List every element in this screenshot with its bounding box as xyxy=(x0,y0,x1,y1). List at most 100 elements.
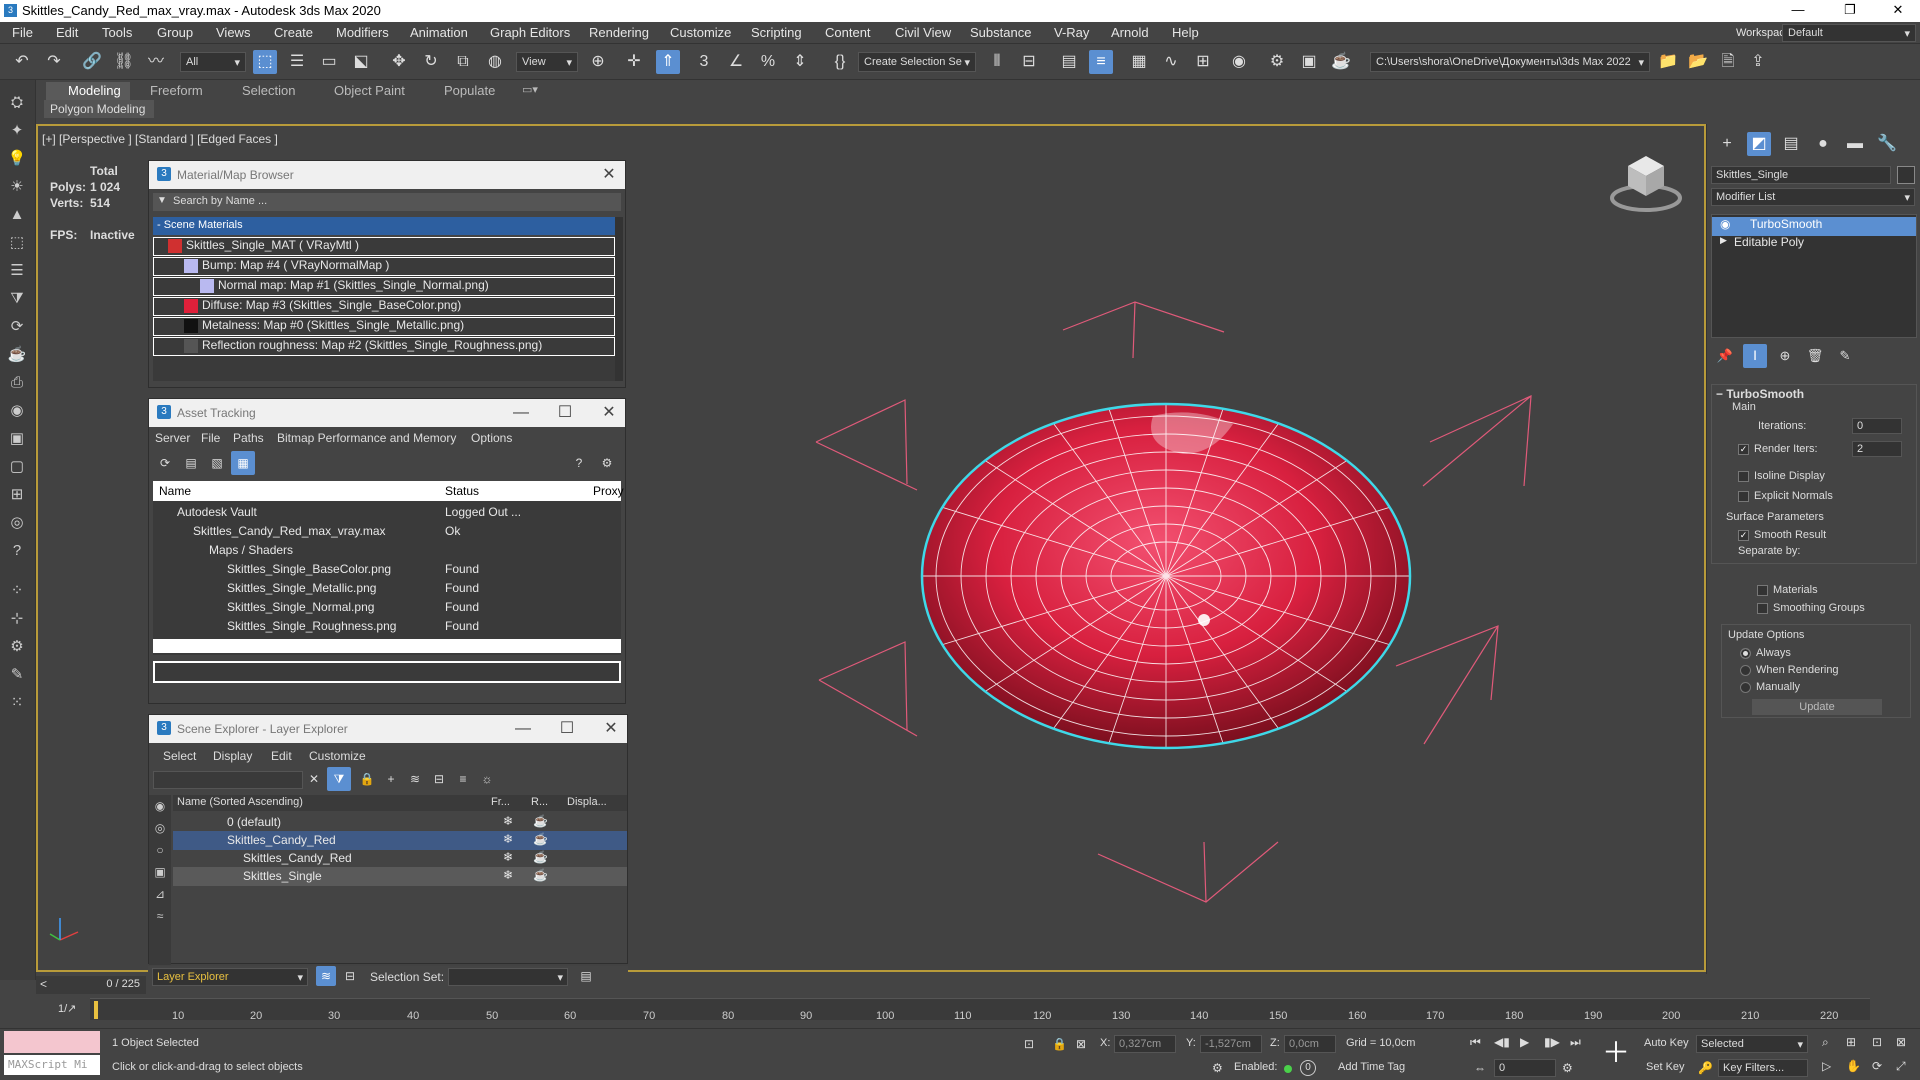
layer-row[interactable]: Skittles_Single ❄ ☕ xyxy=(173,867,627,886)
time-slider-track[interactable] xyxy=(90,998,1870,1020)
freeze-icon[interactable]: ❄ xyxy=(503,850,513,864)
help-icon[interactable]: ? xyxy=(567,451,591,475)
light-icon[interactable]: ○ xyxy=(149,839,171,861)
list-view-icon[interactable]: ▤ xyxy=(179,451,203,475)
time-config-icon[interactable]: ⚙ xyxy=(1562,1061,1573,1075)
zoom-all-icon[interactable]: ⊞ xyxy=(1846,1035,1856,1049)
close-icon[interactable]: ✕ xyxy=(597,402,621,424)
rollout-title[interactable]: − TurboSmooth xyxy=(1716,387,1804,401)
explicit-normals-checkbox[interactable]: Explicit Normals xyxy=(1738,490,1833,502)
eye-icon[interactable]: ◎ xyxy=(6,512,28,534)
material-row[interactable]: Reflection roughness: Map #2 (Skittles_S… xyxy=(153,337,615,356)
share-icon[interactable]: ⇪ xyxy=(1746,50,1770,74)
asset-row[interactable]: Maps / Shaders xyxy=(153,541,621,560)
asset-row[interactable]: Skittles_Single_BaseColor.png Found xyxy=(153,560,621,579)
minimize-icon[interactable]: — xyxy=(509,402,533,424)
scene-explorer-icon[interactable]: ▦ xyxy=(1127,50,1151,74)
menu-substance[interactable]: Substance xyxy=(970,25,1031,40)
zoom-extents-icon[interactable]: ⊡ xyxy=(1872,1035,1882,1049)
grid-icon[interactable]: ⁙ xyxy=(6,692,28,714)
scene-materials-group[interactable]: - Scene Materials xyxy=(153,217,615,235)
isolate-icon[interactable]: ⊡ xyxy=(1024,1037,1034,1051)
asset-row[interactable]: Skittles_Single_Roughness.png Found xyxy=(153,617,621,636)
spinner-snap-icon[interactable]: ⇕ xyxy=(788,50,812,74)
keyboard-shortcut-icon[interactable]: ⇑ xyxy=(656,50,680,74)
freeze-icon[interactable]: ❄ xyxy=(503,814,513,828)
material-row[interactable]: Bump: Map #4 ( VRayNormalMap ) xyxy=(153,257,615,276)
col-render[interactable]: R... xyxy=(531,796,548,808)
redo-icon[interactable]: ↷ xyxy=(42,50,66,74)
ref-coord-dropdown[interactable]: View ▾ xyxy=(516,52,578,72)
eye-icon[interactable]: ◉ xyxy=(1720,217,1730,231)
expand-icon[interactable]: ▶ xyxy=(1720,235,1727,246)
helper-icon[interactable]: ⊿ xyxy=(149,883,171,905)
orbit-icon[interactable]: ⟳ xyxy=(1872,1059,1882,1073)
render-production-icon[interactable]: ☕ xyxy=(1329,50,1353,74)
absolute-mode-icon[interactable]: ⊠ xyxy=(1076,1037,1086,1051)
pin-stack-icon[interactable]: 📌 xyxy=(1713,344,1737,368)
material-row[interactable]: Diffuse: Map #3 (Skittles_Single_BaseCol… xyxy=(153,297,615,316)
create-icon[interactable]: ⛭ xyxy=(6,92,28,114)
smoothing-groups-checkbox[interactable]: Smoothing Groups xyxy=(1757,602,1865,614)
render-iters-spinner[interactable]: 2 xyxy=(1852,441,1902,457)
col-name[interactable]: Name xyxy=(159,484,191,498)
display-tab-icon[interactable]: ▬ xyxy=(1843,132,1867,156)
settings-icon[interactable]: ⚙ xyxy=(595,451,619,475)
pivot-center-icon[interactable]: ⊕ xyxy=(586,50,610,74)
menu-scripting[interactable]: Scripting xyxy=(751,25,802,40)
object-color-swatch[interactable] xyxy=(1897,166,1915,184)
rect-selection-icon[interactable]: ▭ xyxy=(317,50,341,74)
skittles-candy-mesh[interactable] xyxy=(920,402,1412,750)
material-editor-icon[interactable]: ◉ xyxy=(1227,50,1251,74)
layer-row[interactable]: 0 (default) ❄ ☕ xyxy=(173,813,627,832)
make-unique-icon[interactable]: ⊕ xyxy=(1773,344,1797,368)
always-radio[interactable]: Always xyxy=(1740,647,1791,659)
rotate-icon[interactable]: ↻ xyxy=(419,50,443,74)
named-selection-dropdown[interactable]: Create Selection Se ▾ xyxy=(858,52,976,72)
help-icon[interactable]: ? xyxy=(6,540,28,562)
play-icon[interactable]: ▶ xyxy=(1520,1035,1529,1049)
save-file-icon[interactable]: 🗎 xyxy=(1716,50,1740,74)
select-manipulate-icon[interactable]: ✛ xyxy=(622,50,646,74)
asset-path-field[interactable] xyxy=(153,661,621,683)
prev-frame-icon[interactable]: < xyxy=(40,977,47,991)
snap-icon[interactable]: ⊹ xyxy=(6,608,28,630)
menu-paths[interactable]: Paths xyxy=(233,431,264,445)
modifier-list-dropdown[interactable]: Modifier List ▾ xyxy=(1711,188,1915,206)
iterations-spinner[interactable]: 0 xyxy=(1852,418,1902,434)
asset-row[interactable]: Skittles_Single_Metallic.png Found xyxy=(153,579,621,598)
selection-filter-dropdown[interactable]: All ▾ xyxy=(180,52,246,72)
workspaces-dropdown[interactable]: Default ▾ xyxy=(1782,24,1916,42)
material-row[interactable]: Metalness: Map #0 (Skittles_Single_Metal… xyxy=(153,317,615,336)
maximize-icon[interactable]: ☐ xyxy=(553,402,577,424)
camera-icon[interactable]: ▣ xyxy=(149,861,171,883)
material-row[interactable]: Skittles_Single_MAT ( VRayMtl ) xyxy=(153,237,615,256)
asset-row[interactable]: Skittles_Candy_Red_max_vray.max Ok xyxy=(153,522,621,541)
close-icon[interactable]: ✕ xyxy=(597,164,621,186)
mirror-icon[interactable]: ⫴ xyxy=(985,50,1009,74)
asset-row[interactable]: Autodesk Vault Logged Out ... xyxy=(153,503,621,522)
key-mode-icon[interactable]: ⇔ xyxy=(1474,1061,1486,1075)
refresh-icon[interactable]: ⟳ xyxy=(153,451,177,475)
material-search-input[interactable]: Search by Name ... xyxy=(153,193,621,211)
utilities-tab-icon[interactable]: 🔧 xyxy=(1875,132,1899,156)
maximize-button[interactable]: ❐ xyxy=(1828,0,1872,22)
menu-animation[interactable]: Animation xyxy=(410,25,468,40)
menu-graph-editors[interactable]: Graph Editors xyxy=(490,25,570,40)
pan-icon[interactable]: ✋ xyxy=(1846,1059,1861,1073)
hierarchy-icon[interactable]: ⊟ xyxy=(340,966,360,986)
clear-icon[interactable]: ✕ xyxy=(309,772,319,786)
layer-row[interactable]: Skittles_Candy_Red ❄ ☕ xyxy=(173,831,627,850)
col-frozen[interactable]: Fr... xyxy=(491,796,510,808)
ribbon-polygon-modeling[interactable]: Polygon Modeling xyxy=(44,100,154,118)
when-rendering-radio[interactable]: When Rendering xyxy=(1740,664,1839,676)
thumbnail-icon[interactable]: ▧ xyxy=(205,451,229,475)
motion-tab-icon[interactable]: ● xyxy=(1811,132,1835,156)
layers-icon[interactable]: ≋ xyxy=(316,966,336,986)
snaps-toggle-icon[interactable]: 3 xyxy=(692,50,716,74)
align-icon[interactable]: ⊟ xyxy=(1017,50,1041,74)
menu-vray[interactable]: V-Ray xyxy=(1054,25,1089,40)
lock-icon[interactable]: 🔒 xyxy=(1052,1037,1067,1051)
filter-icon[interactable]: ⧩ xyxy=(327,767,351,791)
z-coord-field[interactable]: 0,0cm xyxy=(1284,1035,1336,1053)
